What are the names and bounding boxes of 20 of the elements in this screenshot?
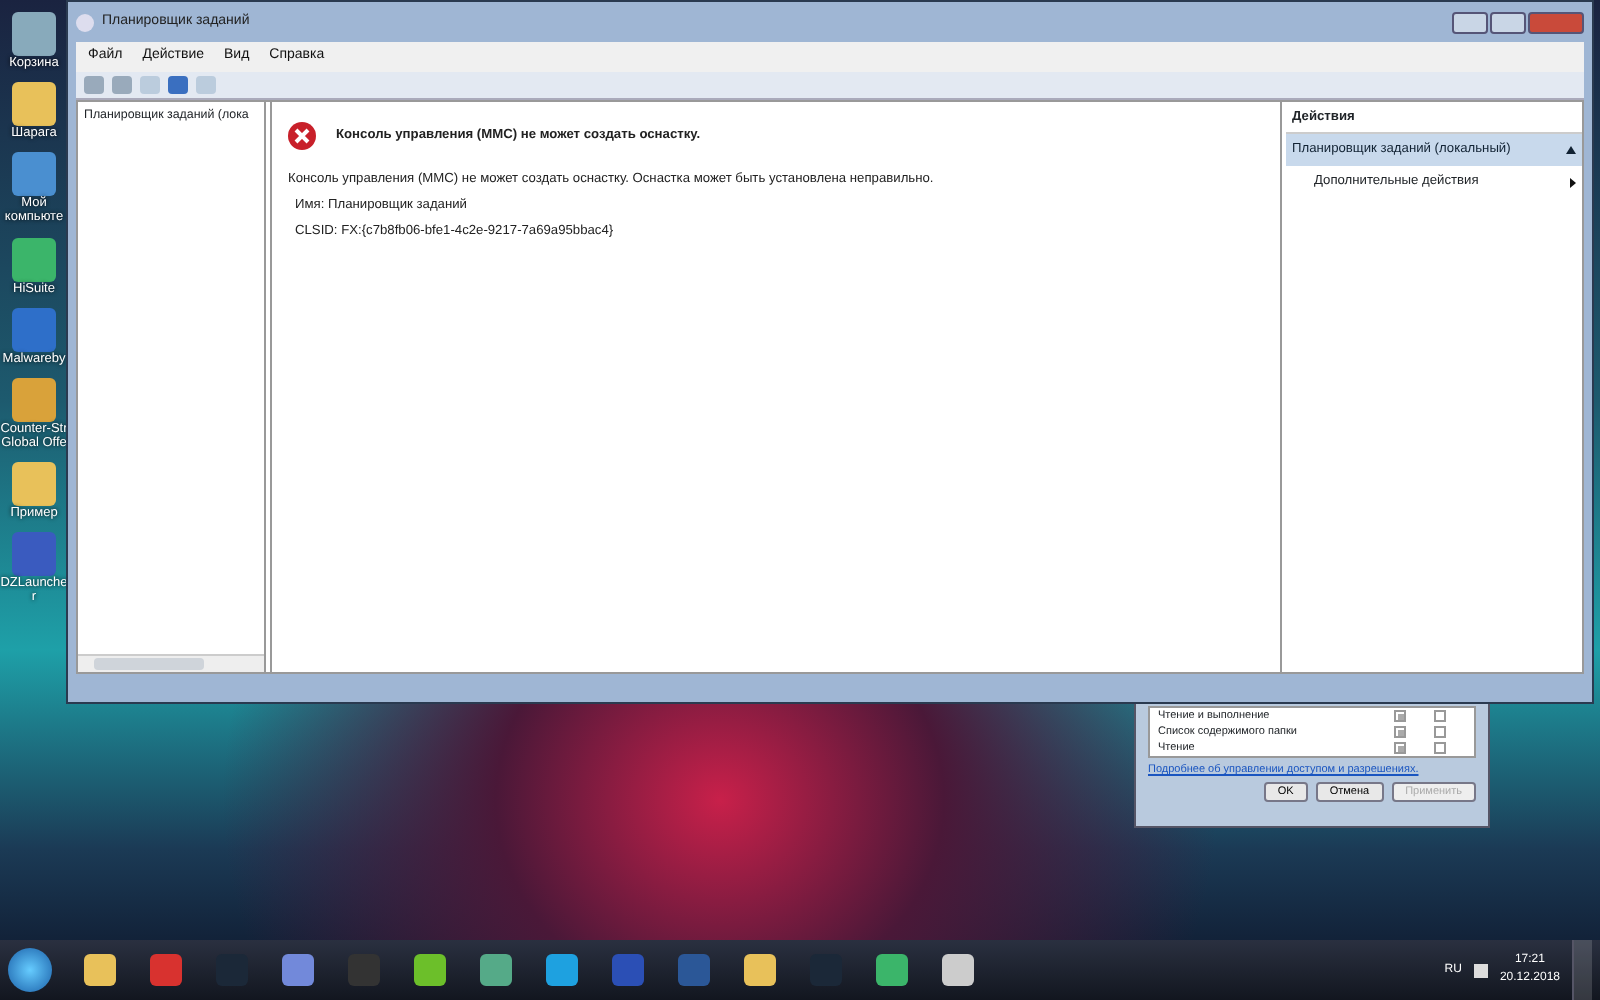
collapse-arrow-icon[interactable]	[1566, 146, 1576, 155]
desktop-app-icon[interactable]	[12, 237, 56, 282]
desktop-app-icon[interactable]	[12, 152, 56, 197]
submenu-arrow-icon	[1570, 177, 1576, 188]
deny-checkbox[interactable]	[1434, 742, 1446, 754]
desktop-app-icon[interactable]	[12, 377, 56, 422]
error-icon	[288, 121, 316, 149]
desktop-app-icon[interactable]	[12, 462, 56, 507]
desktop-app-icon[interactable]	[12, 82, 56, 127]
allow-checkbox[interactable]	[1394, 742, 1406, 754]
start-button[interactable]	[8, 948, 52, 992]
horizontal-scrollbar[interactable]	[78, 654, 264, 672]
allow-checkbox[interactable]	[1394, 726, 1406, 738]
deny-checkbox[interactable]	[1434, 710, 1446, 722]
show-desktop-button[interactable]	[1572, 940, 1592, 1000]
minimize-button[interactable]	[1452, 11, 1488, 33]
deny-checkbox[interactable]	[1434, 726, 1446, 738]
close-button[interactable]	[1528, 11, 1584, 33]
allow-checkbox[interactable]	[1394, 710, 1406, 722]
maximize-button[interactable]	[1490, 11, 1526, 33]
